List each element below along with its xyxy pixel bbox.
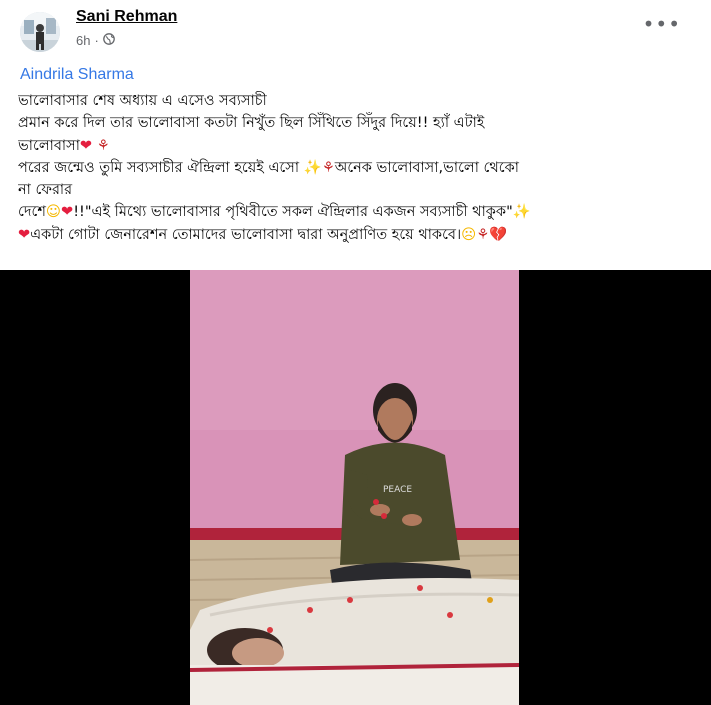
tagged-person[interactable]: Aindrila Sharma <box>20 66 134 84</box>
post-text: ভালোবাসার শেষ অধ্যায় এ এসেও সব্যসাচী প্… <box>18 90 698 246</box>
video-frame[interactable]: PEACE <box>190 270 519 705</box>
globe-icon <box>102 33 115 48</box>
post-video[interactable]: PEACE <box>0 270 711 705</box>
post-line: ❤একটা গোটা জেনারেশন তোমাদের ভালোবাসা দ্ব… <box>18 226 508 243</box>
post-time[interactable]: 6h <box>76 33 90 48</box>
broken-heart-emoji-icon: 💔 <box>489 226 508 243</box>
avatar[interactable] <box>20 12 60 52</box>
wilted-rose-emoji-icon: ⚘ <box>96 137 110 154</box>
post-meta: 6h · <box>76 33 115 48</box>
post-line: ভালোবাসা❤ ⚘ <box>18 137 110 154</box>
author-name[interactable]: Sani Rehman <box>76 8 177 26</box>
sparkles-emoji-icon: ✨ <box>512 204 531 221</box>
heart-emoji-icon: ❤ <box>79 137 93 154</box>
post-line: পরের জন্মেও তুমি সব্যসাচীর ঐন্দ্রিলা হয়… <box>18 159 519 176</box>
post-line: ভালোবাসার শেষ অধ্যায় এ এসেও সব্যসাচী <box>18 93 267 109</box>
smile-emoji-icon: ☺ <box>45 204 62 221</box>
heart-emoji-icon: ❤ <box>18 226 31 243</box>
shirt-text: PEACE <box>383 485 412 495</box>
heart-emoji-icon: ❤ <box>61 204 74 221</box>
wilted-rose-emoji-icon: ⚘ <box>321 159 335 176</box>
separator-dot: · <box>94 33 99 48</box>
post-line: না ফেরার <box>18 182 73 199</box>
post-line: প্রমান করে দিল তার ভালোবাসা কতটা নিখুঁত … <box>18 115 485 132</box>
post-line: দেশে☺❤!!"এই মিথ্যে ভালোবাসার পৃথিবীতে সক… <box>18 204 531 221</box>
wilted-rose-emoji-icon: ⚘ <box>476 226 490 243</box>
sad-emoji-icon: ☹ <box>461 226 477 243</box>
post-header: Sani Rehman 6h · ••• <box>0 0 711 62</box>
more-options-icon[interactable]: ••• <box>643 14 681 34</box>
sparkles-emoji-icon: ✨ <box>303 159 322 176</box>
